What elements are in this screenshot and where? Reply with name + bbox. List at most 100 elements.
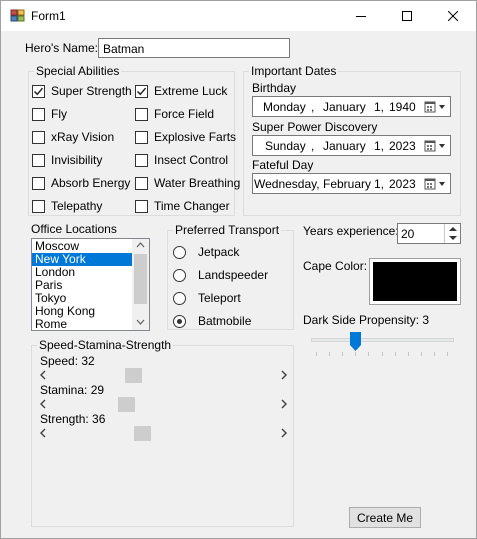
fateful-day-weekday[interactable]: Wednesday, [254,177,320,191]
ability-checkbox-row[interactable]: xRay Vision [32,129,114,145]
transport-radio[interactable] [173,268,186,282]
title-bar[interactable]: Form1 [1,1,476,31]
transport-radio[interactable] [173,291,186,305]
spin-down-button[interactable] [445,234,460,244]
office-list-item[interactable]: Rome [32,318,133,331]
ability-checkbox[interactable] [32,107,45,121]
close-icon [448,11,458,21]
fateful-day-calendar-button[interactable] [422,176,448,191]
ability-checkbox-row[interactable]: Fly [32,106,67,122]
cape-color-swatch[interactable] [373,262,457,301]
transport-radio-row[interactable]: Jetpack [173,244,239,260]
ability-checkbox-row[interactable]: Water Breathing [135,175,240,191]
spin-up-icon [448,227,457,232]
discovery-year[interactable]: 2023 [389,139,416,153]
ability-checkbox[interactable] [135,199,148,213]
speed-stamina-strength-title: Speed-Stamina-Strength [37,338,174,352]
ability-checkbox[interactable] [135,130,148,144]
close-button[interactable] [430,1,476,31]
birthday-year[interactable]: 1940 [389,100,416,114]
slider-tick [394,352,396,356]
discovery-weekday[interactable]: Sunday [265,139,306,153]
years-experience-spinner[interactable]: 20 [397,223,461,244]
sss-scrollbar[interactable] [37,396,290,413]
birthday-datepicker[interactable]: Monday , January 1, 1940 [252,96,451,117]
date-separator: , [311,139,315,153]
years-experience-value[interactable]: 20 [401,227,414,241]
spin-up-button[interactable] [445,224,460,234]
sss-scroll-thumb[interactable] [133,426,151,441]
calendar-dropdown-icon [424,140,445,151]
ability-checkbox[interactable] [135,153,148,167]
maximize-button[interactable] [384,1,430,31]
fateful-day-label: Fateful Day [252,158,314,172]
slider-tick [368,352,370,356]
important-dates-title: Important Dates [249,64,339,78]
ability-label: Insect Control [154,153,229,167]
ability-checkbox-row[interactable]: Super Strength [32,83,132,99]
ability-checkbox-row[interactable]: Time Changer [135,198,230,214]
ability-checkbox-row[interactable]: Telepathy [32,198,102,214]
sss-scrollbar[interactable] [37,367,290,384]
ability-label: xRay Vision [51,130,115,144]
transport-radio-row[interactable]: Teleport [173,290,241,306]
form1-window: Form1 Hero's Name: Batman Special Abilit… [0,0,477,539]
slider-tick [447,352,448,356]
preferred-transport-title: Preferred Transport [173,223,282,237]
discovery-datepicker[interactable]: Sunday , January 1, 2023 [252,135,451,156]
ability-checkbox[interactable] [32,130,45,144]
transport-radio[interactable] [173,245,186,259]
fateful-day-day[interactable]: 1, [374,177,384,191]
ability-checkbox[interactable] [32,153,45,167]
ability-checkbox[interactable] [32,84,45,98]
dark-side-slider-thumb[interactable] [350,332,362,351]
ability-checkbox-row[interactable]: Extreme Luck [135,83,227,99]
birthday-day[interactable]: 1, [374,100,384,114]
hero-name-input[interactable]: Batman [98,38,290,58]
ability-label: Water Breathing [154,176,241,190]
ability-checkbox-row[interactable]: Explosive Farts [135,129,236,145]
birthday-label: Birthday [252,81,297,95]
birthday-calendar-button[interactable] [422,99,448,114]
ability-checkbox-row[interactable]: Insect Control [135,152,228,168]
ability-label: Explosive Farts [154,130,237,144]
discovery-calendar-button[interactable] [422,138,448,153]
dark-side-track[interactable] [311,338,454,342]
ability-checkbox[interactable] [32,199,45,213]
ability-label: Telepathy [51,199,103,213]
ability-label: Extreme Luck [154,84,228,98]
transport-radio-row[interactable]: Landspeeder [173,267,268,283]
cape-color-panel[interactable] [369,258,461,305]
sss-scrollbar[interactable] [37,425,290,442]
ability-label: Time Changer [154,199,230,213]
dark-side-label: Dark Side Propensity: 3 [303,313,430,327]
transport-radio[interactable] [173,314,186,328]
fateful-day-datepicker[interactable]: Wednesday, February 1, 2023 [252,173,451,194]
ability-checkbox[interactable] [32,176,45,190]
minimize-button[interactable] [338,1,384,31]
date-separator: , [311,100,315,114]
spin-down-icon [448,235,457,240]
sss-scroll-thumb[interactable] [124,368,142,383]
transport-label: Jetpack [198,245,240,259]
ability-checkbox[interactable] [135,176,148,190]
fateful-day-year[interactable]: 2023 [389,177,416,191]
scroll-right-arrow-icon [281,370,287,380]
ability-checkbox-row[interactable]: Force Field [135,106,214,122]
discovery-day[interactable]: 1, [374,139,384,153]
ability-checkbox[interactable] [135,107,148,121]
discovery-month[interactable]: January [323,139,366,153]
ability-checkbox-row[interactable]: Absorb Energy [32,175,130,191]
scroll-right-arrow-icon [281,399,287,409]
scroll-left-arrow-icon [40,399,46,409]
birthday-weekday[interactable]: Monday [263,100,306,114]
office-locations-listbox[interactable]: Moscow New York London Paris Tokyo Hong Kong R… [31,238,150,331]
create-me-button[interactable]: Create Me [349,507,421,528]
sss-scroll-thumb[interactable] [118,397,136,412]
ability-checkbox[interactable] [135,84,148,98]
ability-checkbox-row[interactable]: Invisibility [32,152,102,168]
transport-radio-row[interactable]: Batmobile [173,313,251,329]
fateful-day-month[interactable]: February [323,177,371,191]
birthday-month[interactable]: January [323,100,366,114]
office-locations-scrollbar[interactable] [132,239,149,330]
